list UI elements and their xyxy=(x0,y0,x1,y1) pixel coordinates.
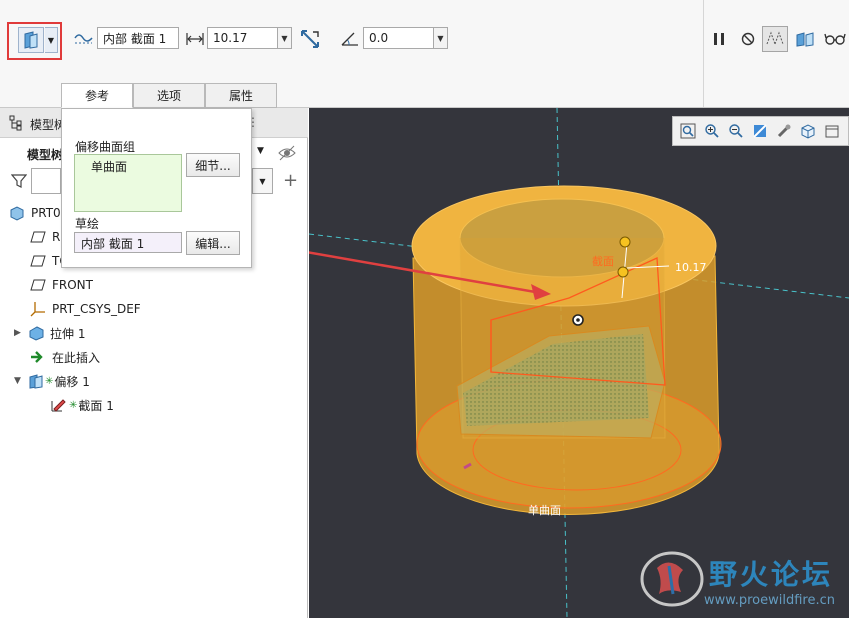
surface-collector-item[interactable]: 单曲面 xyxy=(91,158,127,175)
cube-icon xyxy=(801,124,815,139)
preview-attached-icon xyxy=(766,31,784,45)
show-hide-icon[interactable] xyxy=(277,144,297,162)
chevron-down-icon: ▼ xyxy=(259,176,266,186)
zoom-out-icon xyxy=(729,124,743,138)
collapse-icon[interactable]: ▼ xyxy=(14,376,24,386)
offset-type-dropdown[interactable]: ▼ xyxy=(45,27,58,53)
offset-distance-input[interactable]: 10.17 xyxy=(207,27,278,49)
drag-handle-bottom xyxy=(617,266,629,278)
extrude-icon xyxy=(29,326,44,341)
saved-orientations-button[interactable] xyxy=(799,122,817,140)
tab-references[interactable]: 参考 xyxy=(61,83,133,108)
offset-distance-dropdown[interactable]: ▼ xyxy=(278,27,292,49)
watermark-title: 野火论坛 xyxy=(709,558,834,591)
tree-search-input[interactable] xyxy=(31,168,61,194)
coordinate-system-icon xyxy=(30,302,45,317)
graphics-window[interactable]: 截面 10.17 单曲面 野火论坛 www.proewildfire.cn xyxy=(309,108,849,618)
divider xyxy=(703,0,704,107)
tree-item-insert-here[interactable]: 在此插入 xyxy=(30,346,100,368)
tree-item-extrude[interactable]: ▶ 拉伸 1 xyxy=(14,322,85,344)
angle-dropdown[interactable]: ▼ xyxy=(434,27,448,49)
sketch-collector[interactable]: 内部 截面 1 xyxy=(74,232,182,253)
tree-item-front-plane[interactable]: FRONT xyxy=(30,274,93,296)
forum-logo xyxy=(640,551,704,607)
tab-options[interactable]: 选项 xyxy=(133,83,205,108)
offset-surface-icon xyxy=(24,31,38,49)
watermark-url: www.proewildfire.cn xyxy=(704,593,835,608)
part-icon xyxy=(10,206,24,221)
refit-button[interactable] xyxy=(679,122,697,140)
new-feature-mark-icon: ✳ xyxy=(69,399,78,411)
refit-icon xyxy=(680,123,696,139)
preview-detached-icon xyxy=(796,32,814,47)
offset-type-button[interactable] xyxy=(18,27,44,53)
tree-item-section[interactable]: ✳ 截面 1 xyxy=(50,394,114,416)
verify-button[interactable] xyxy=(823,29,847,49)
sketch-label: 草绘 xyxy=(75,217,100,231)
expand-icon[interactable]: ▶ xyxy=(14,328,24,338)
glasses-icon xyxy=(824,33,846,45)
model-view[interactable]: 截面 10.17 单曲面 xyxy=(309,108,849,618)
view-manager-icon xyxy=(825,125,839,138)
insert-arrow-icon xyxy=(31,351,43,363)
new-feature-mark-icon: ✳ xyxy=(45,375,54,387)
section-label: 截面 xyxy=(592,254,614,268)
repaint-icon xyxy=(753,124,767,138)
drag-handle-top xyxy=(619,236,631,248)
feature-dashboard: ▼ 内部 截面 1 10.17 ▼ 0.0 ▼ 参考 选项 属性 xyxy=(0,0,849,108)
flip-direction-button[interactable] xyxy=(298,27,322,51)
prohibit-icon xyxy=(741,32,755,46)
datum-plane-icon xyxy=(30,231,46,243)
pause-icon xyxy=(714,33,724,45)
flip-direction-icon xyxy=(301,30,319,48)
dimension-label: 10.17 xyxy=(675,261,707,274)
view-manager-button[interactable] xyxy=(823,122,841,140)
angle-icon xyxy=(339,29,361,49)
sketch-icon xyxy=(51,399,66,412)
chevron-down-icon: ▼ xyxy=(437,33,444,43)
chevron-down-icon: ▼ xyxy=(281,33,288,43)
model-tree-menu[interactable]: 模型树 xyxy=(27,146,63,163)
repaint-button[interactable] xyxy=(751,122,769,140)
offset-feature-icon xyxy=(29,374,43,389)
tab-properties[interactable]: 属性 xyxy=(205,83,277,108)
surface-group-label: 偏移曲面组 xyxy=(75,140,136,154)
edit-button[interactable]: 编辑... xyxy=(186,231,240,255)
graphics-toolbar xyxy=(672,116,849,146)
add-icon[interactable]: + xyxy=(283,170,298,191)
details-button[interactable]: 细节... xyxy=(186,153,240,177)
surface-label: 单曲面 xyxy=(528,504,561,517)
offset-distance-icon xyxy=(185,29,205,49)
tree-item-csys[interactable]: PRT_CSYS_DEF xyxy=(30,298,141,320)
datum-plane-icon xyxy=(30,255,46,267)
angle-input[interactable]: 0.0 xyxy=(363,27,434,49)
no-preview-button[interactable] xyxy=(738,29,758,49)
wave-icon xyxy=(74,34,93,44)
chevron-down-icon: ▼ xyxy=(47,35,55,45)
preview-detached-button[interactable] xyxy=(794,29,816,49)
references-flyout: 偏移曲面组 单曲面 细节... 草绘 内部 截面 1 编辑... xyxy=(61,108,252,268)
zoom-in-icon xyxy=(705,124,719,138)
tree-item-right-plane[interactable]: RI xyxy=(30,226,64,248)
zoom-in-button[interactable] xyxy=(703,122,721,140)
filter-icon[interactable] xyxy=(11,173,27,189)
display-style-button[interactable] xyxy=(775,122,793,140)
tree-settings-dropdown[interactable]: ▼ xyxy=(257,146,264,156)
sketch-reference-field[interactable]: 内部 截面 1 xyxy=(97,27,179,49)
sketch-wave-icon[interactable] xyxy=(73,29,95,49)
search-dropdown[interactable]: ▼ xyxy=(252,168,273,194)
display-style-icon xyxy=(777,124,791,138)
model-tree-icon xyxy=(9,115,22,131)
preview-attached-button[interactable] xyxy=(762,26,788,52)
tree-item-offset[interactable]: ▼ ✳ 偏移 1 xyxy=(14,370,90,392)
pause-button[interactable] xyxy=(709,29,729,49)
surface-collector[interactable]: 单曲面 xyxy=(74,154,182,212)
tree-item-part[interactable]: PRT00 xyxy=(9,202,68,224)
datum-plane-icon xyxy=(30,279,46,291)
zoom-out-button[interactable] xyxy=(727,122,745,140)
